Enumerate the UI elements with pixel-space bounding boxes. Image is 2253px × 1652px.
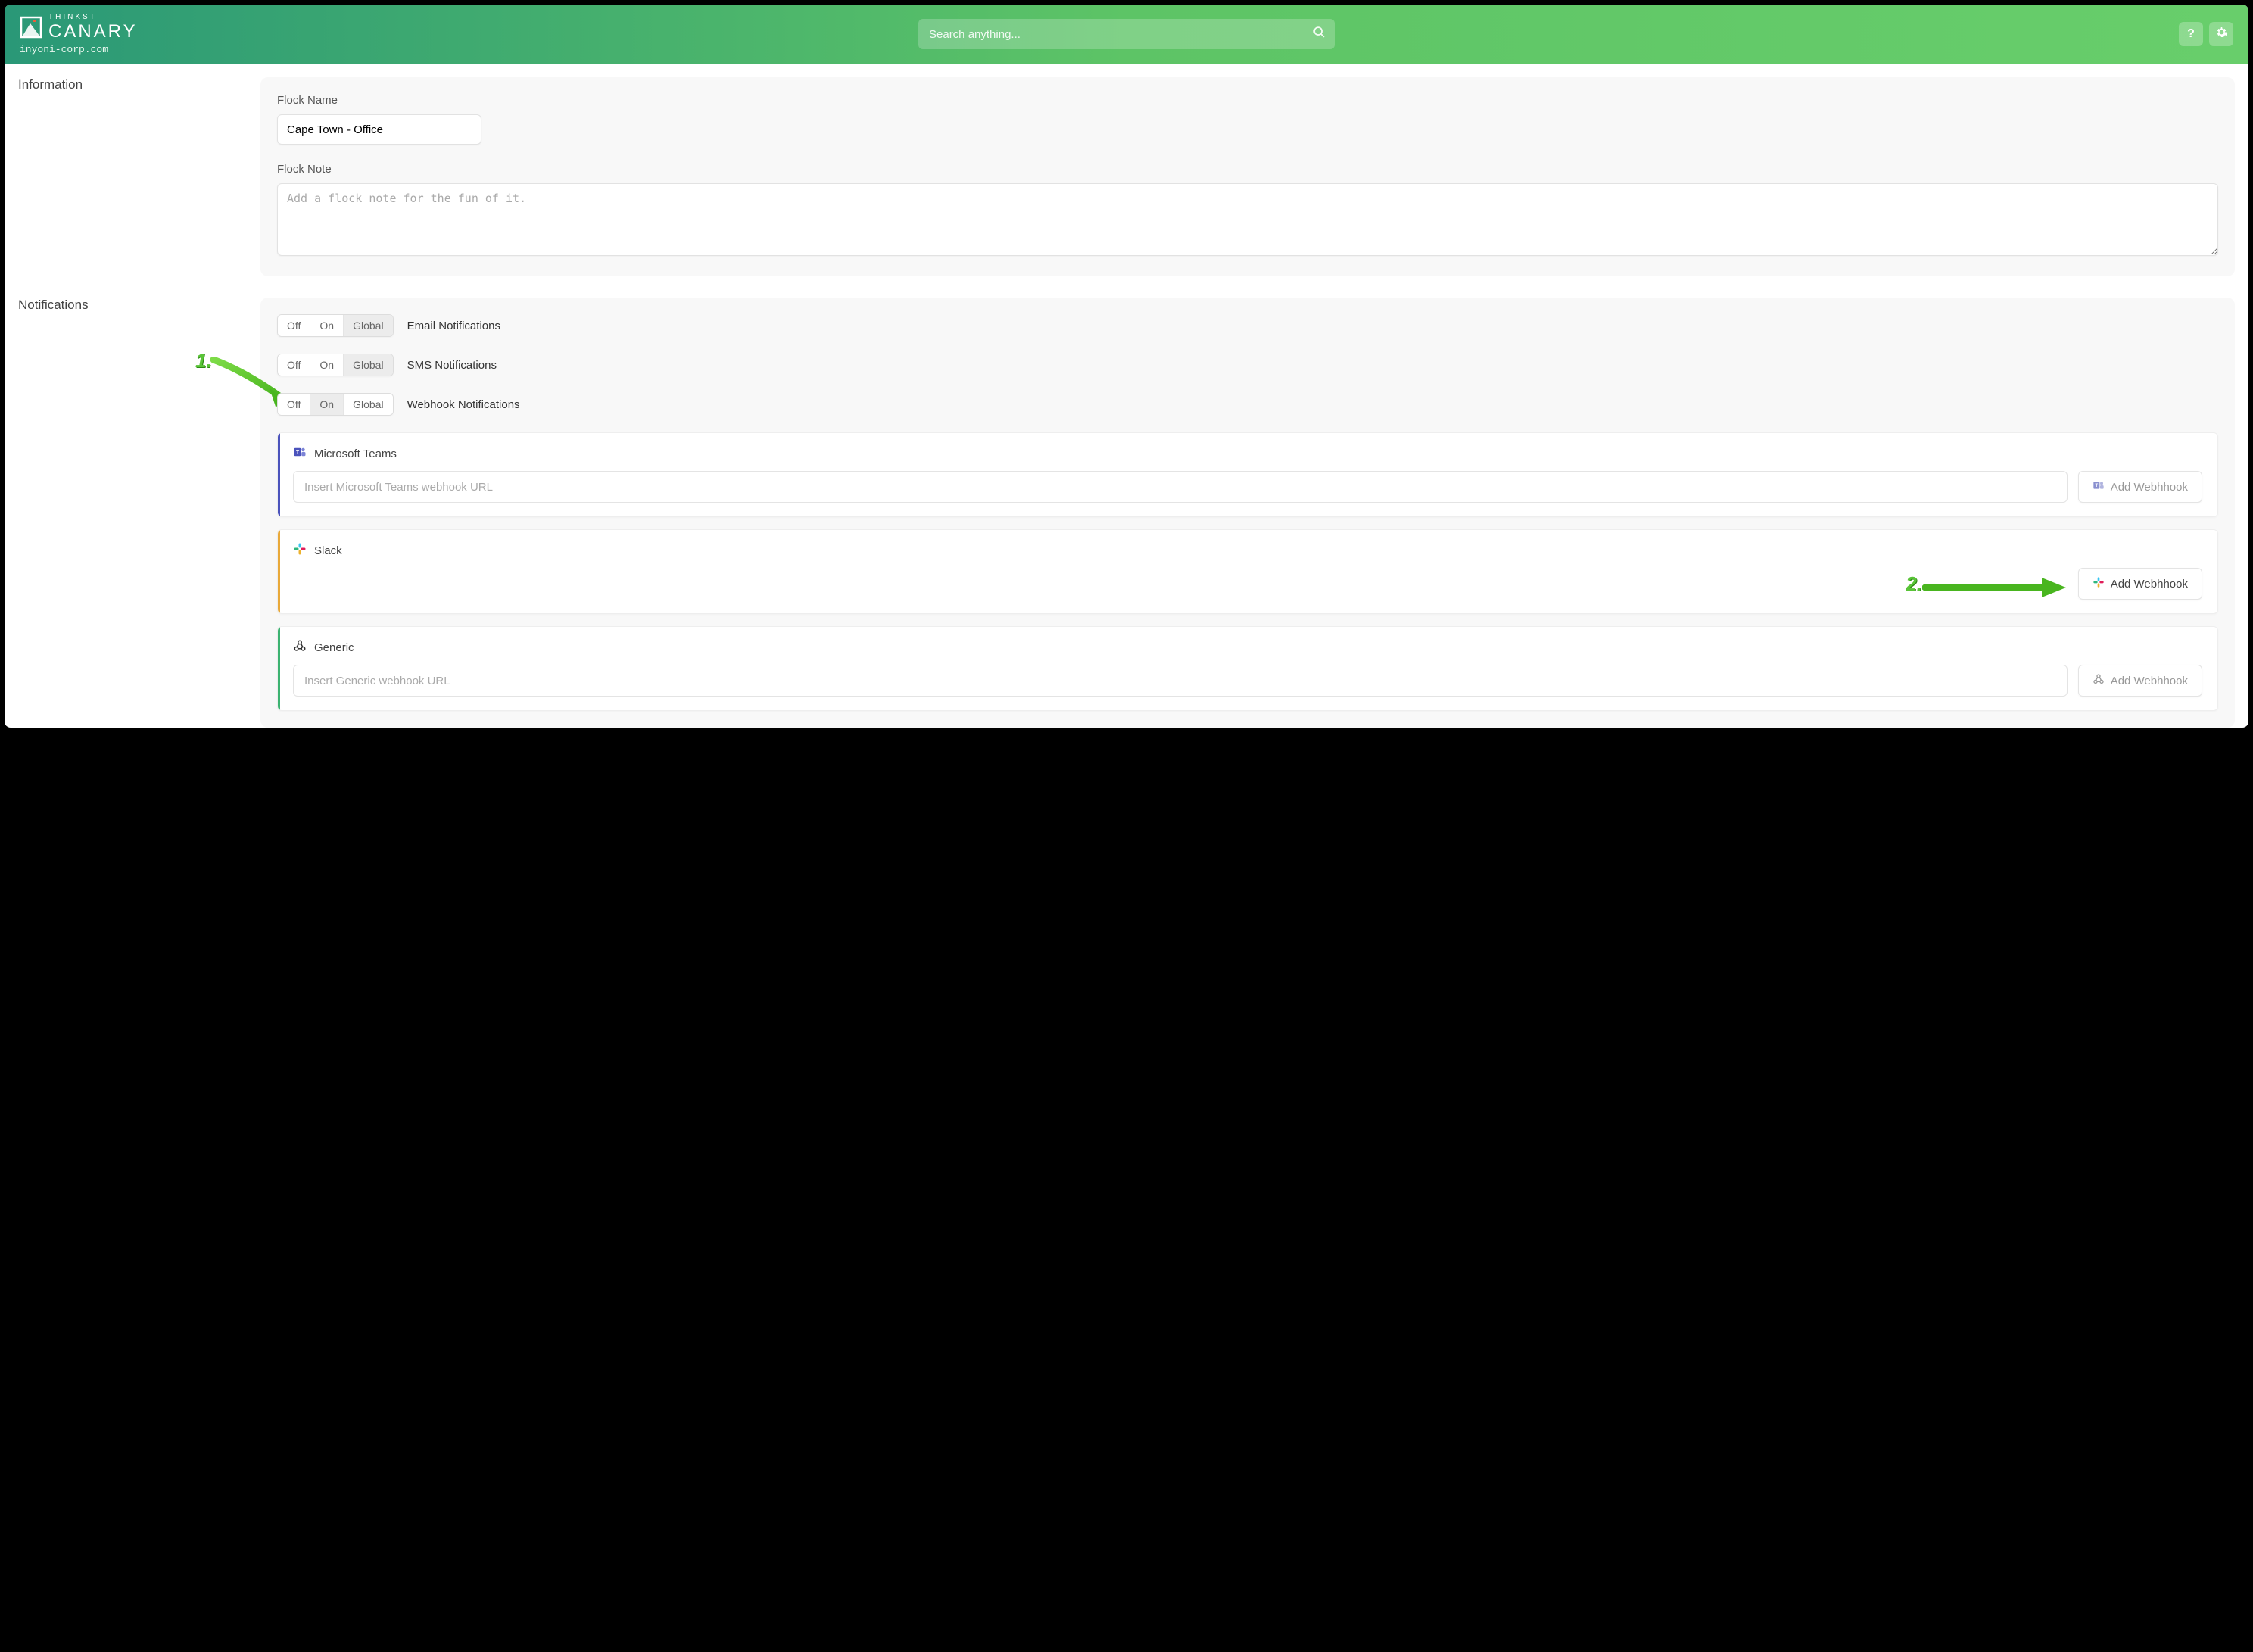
flock-note-label: Flock Note: [277, 163, 2218, 176]
flock-name-label: Flock Name: [277, 94, 2218, 107]
svg-text:T: T: [2095, 484, 2098, 488]
slack-add-webhook-button[interactable]: Add Webhhook: [2078, 568, 2202, 600]
webhook-off-button[interactable]: Off: [278, 394, 310, 415]
webhook-card-teams: T Microsoft Teams T Add Webhhook: [277, 432, 2218, 517]
brand-domain: inyoni-corp.com: [20, 44, 138, 55]
email-global-button[interactable]: Global: [344, 315, 392, 336]
section-title-notifications: Notifications: [18, 298, 245, 313]
sms-off-button[interactable]: Off: [278, 354, 310, 376]
brand-canary: CANARY: [48, 23, 138, 41]
email-notifications-label: Email Notifications: [407, 319, 500, 332]
search-input[interactable]: [918, 19, 1335, 49]
webhook-toggle-group: Off On Global: [277, 393, 394, 416]
teams-title: Microsoft Teams: [314, 447, 397, 460]
information-panel: Flock Name Flock Note: [260, 77, 2235, 276]
search-icon: [1313, 26, 1326, 42]
sms-global-button[interactable]: Global: [344, 354, 392, 376]
flock-note-textarea[interactable]: [277, 183, 2218, 256]
notifications-panel: Off On Global Email Notifications Off On…: [260, 298, 2235, 728]
search-wrap: [918, 19, 1335, 49]
settings-button[interactable]: [2209, 22, 2233, 46]
webhook-card-generic: Generic Add Webhhook: [277, 626, 2218, 711]
webhook-notifications-label: Webhook Notifications: [407, 398, 520, 411]
annotation-arrow-2-icon: [1922, 577, 2070, 600]
teams-add-webhook-button[interactable]: T Add Webhhook: [2078, 471, 2202, 503]
teams-icon: T: [293, 445, 307, 462]
sms-notifications-label: SMS Notifications: [407, 359, 497, 372]
webhook-icon: [293, 639, 307, 656]
email-off-button[interactable]: Off: [278, 315, 310, 336]
app-header: THINKST CANARY inyoni-corp.com ?: [5, 5, 2248, 64]
slack-icon: [293, 542, 307, 559]
help-button[interactable]: ?: [2179, 22, 2203, 46]
flock-name-input[interactable]: [277, 114, 481, 145]
brand-thinkst: THINKST: [48, 14, 138, 21]
gear-icon: [2215, 26, 2228, 42]
canary-logo-icon: [20, 16, 42, 39]
webhook-on-button[interactable]: On: [310, 394, 344, 415]
generic-add-webhook-button[interactable]: Add Webhhook: [2078, 665, 2202, 697]
section-title-information: Information: [18, 77, 245, 92]
annotation-2: 2.: [1906, 572, 1922, 596]
webhook-icon: [2093, 673, 2105, 688]
email-toggle-group: Off On Global: [277, 314, 394, 337]
email-on-button[interactable]: On: [310, 315, 344, 336]
webhook-global-button[interactable]: Global: [344, 394, 392, 415]
slack-title: Slack: [314, 544, 342, 557]
help-icon: ?: [2187, 27, 2195, 41]
teams-webhook-url-input[interactable]: [293, 471, 2068, 503]
teams-icon: T: [2093, 479, 2105, 494]
slack-icon: [2093, 576, 2105, 591]
generic-webhook-url-input[interactable]: [293, 665, 2068, 697]
generic-title: Generic: [314, 641, 354, 654]
webhook-card-slack: Slack 2.: [277, 529, 2218, 614]
brand-block: THINKST CANARY inyoni-corp.com: [20, 14, 138, 55]
sms-toggle-group: Off On Global: [277, 354, 394, 376]
sms-on-button[interactable]: On: [310, 354, 344, 376]
